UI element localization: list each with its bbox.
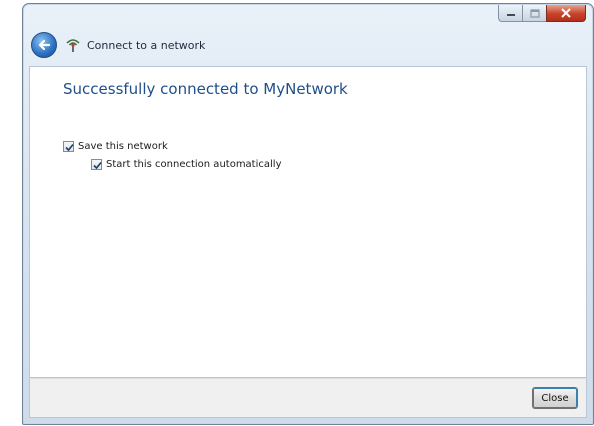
- save-network-label: Save this network: [78, 141, 168, 152]
- dialog-window: Connect to a network Successfully connec…: [22, 3, 594, 425]
- close-button[interactable]: Close: [532, 387, 578, 409]
- content-panel: Successfully connected to MyNetwork Save…: [29, 66, 587, 378]
- save-network-option[interactable]: Save this network: [63, 141, 168, 152]
- checkmark-icon: [65, 143, 74, 152]
- save-network-checkbox[interactable]: [63, 141, 74, 152]
- maximize-icon: [529, 8, 540, 18]
- start-automatically-option[interactable]: Start this connection automatically: [91, 159, 281, 170]
- caption-buttons: [498, 5, 586, 23]
- back-arrow-icon: [38, 39, 51, 51]
- start-automatically-checkbox[interactable]: [91, 159, 102, 170]
- page-title: Successfully connected to MyNetwork: [63, 80, 348, 98]
- checkmark-icon: [93, 161, 102, 170]
- navigation-bar: Connect to a network: [23, 26, 593, 64]
- maximize-button[interactable]: [522, 5, 546, 22]
- close-window-button[interactable]: [546, 5, 586, 22]
- wireless-network-icon: [66, 39, 80, 52]
- minimize-button[interactable]: [498, 5, 522, 22]
- minimize-icon: [506, 14, 515, 16]
- start-automatically-label: Start this connection automatically: [106, 159, 282, 170]
- close-icon: [561, 8, 571, 18]
- dialog-footer: Close: [29, 378, 587, 418]
- back-button[interactable]: [31, 32, 57, 58]
- nav-title: Connect to a network: [87, 38, 206, 52]
